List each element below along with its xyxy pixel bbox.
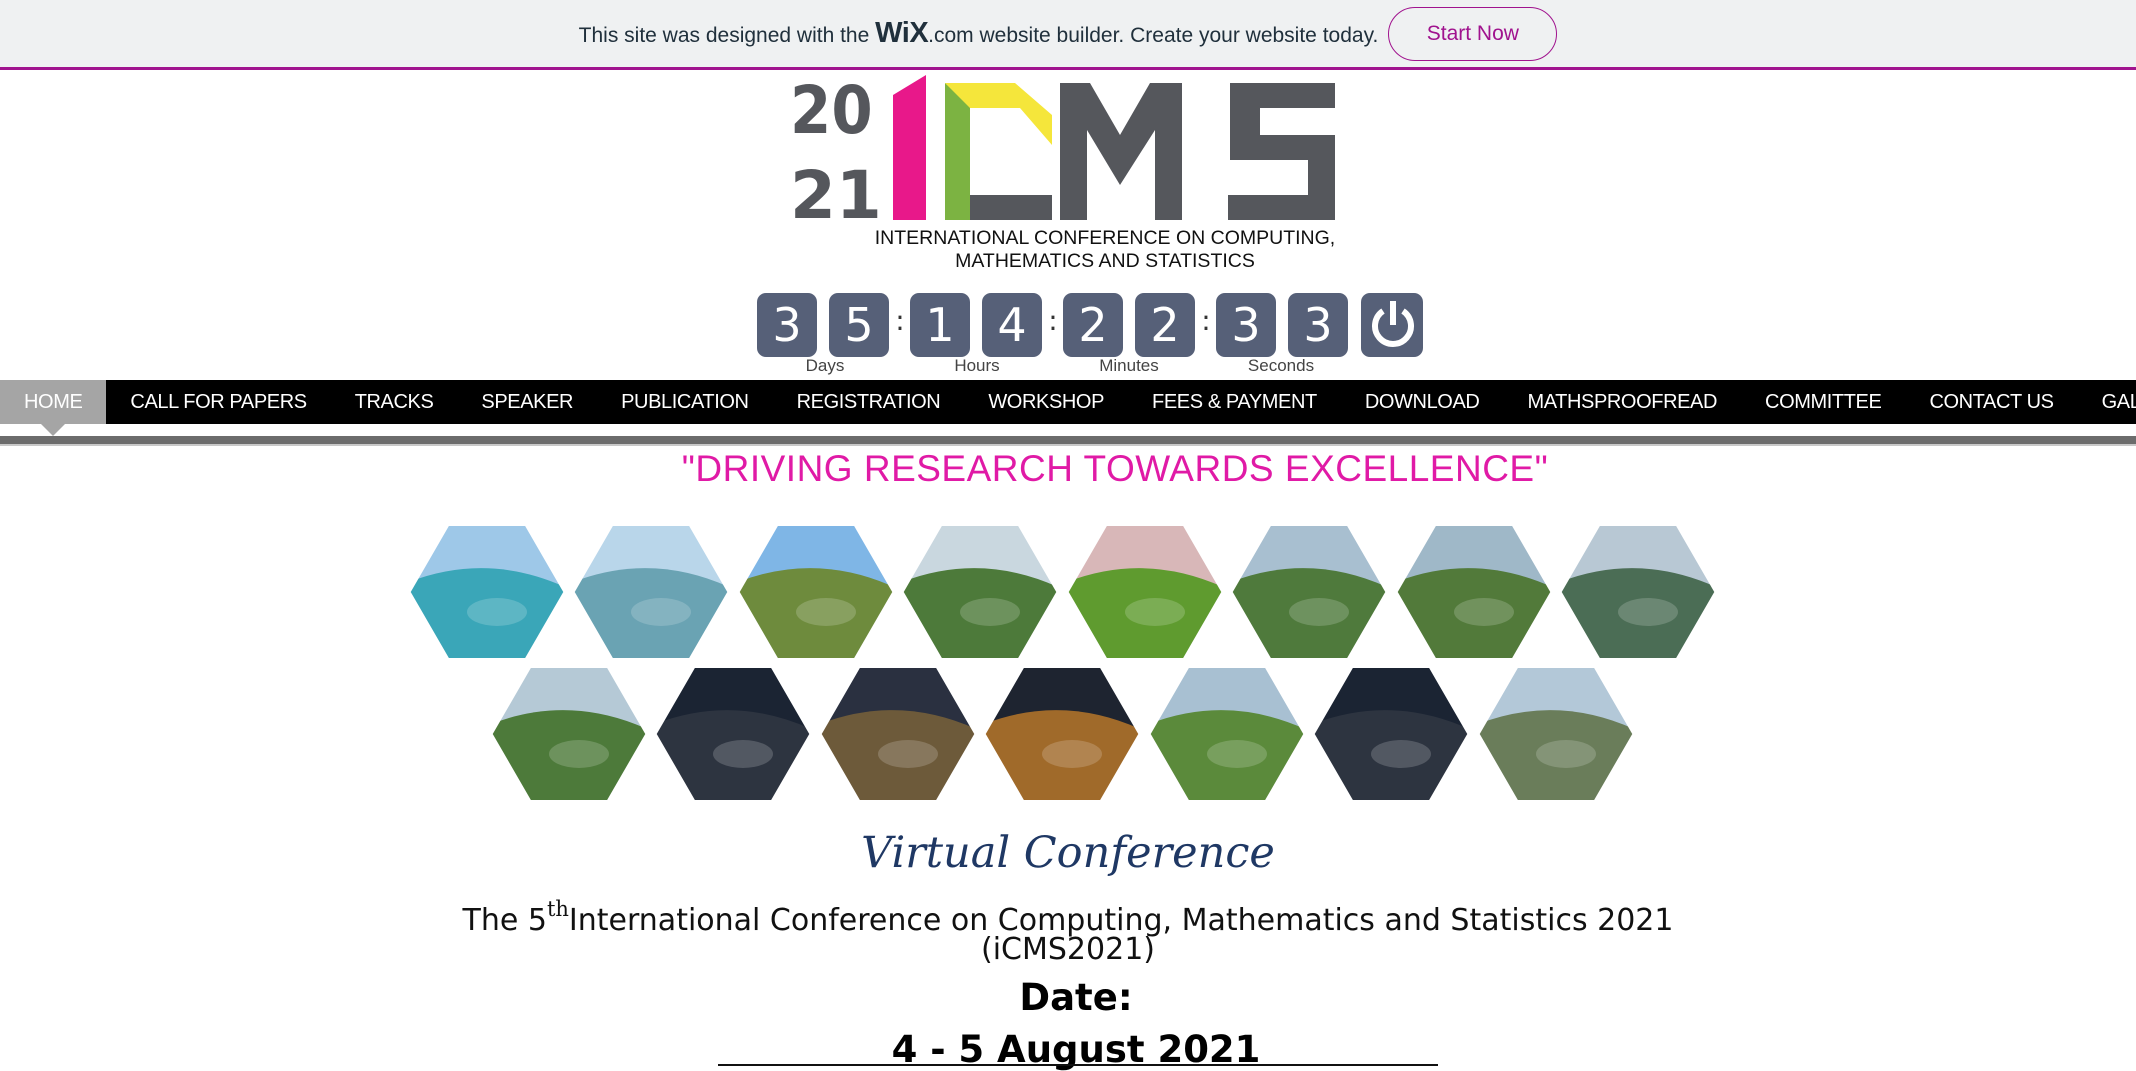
night-plaza-photo [818,665,978,803]
night-campus-photo [653,665,813,803]
main-building-photo [1476,665,1636,803]
night-campus-2-photo [1311,665,1471,803]
harbour-photo [1558,523,1718,661]
beach-photo [407,523,567,661]
virtual-conference-heading: Virtual Conference [861,828,1275,878]
coast-photo [571,523,731,661]
date-label: Date: [1019,976,1133,1019]
paddy-field-photo [1065,523,1225,661]
hex-photo-gallery [407,523,1718,803]
night-highway-photo [982,665,1142,803]
campus-road-photo [900,523,1060,661]
conference-title-sup: th [546,897,569,921]
garden-photo [736,523,896,661]
date-underline [718,1064,1438,1066]
river-photo [489,665,649,803]
mountain-campus-photo [1229,523,1389,661]
courts-photo [1147,665,1307,803]
conference-abbreviation: (iCMS2021) [981,932,1155,967]
campus-aerial-photo [1394,523,1554,661]
